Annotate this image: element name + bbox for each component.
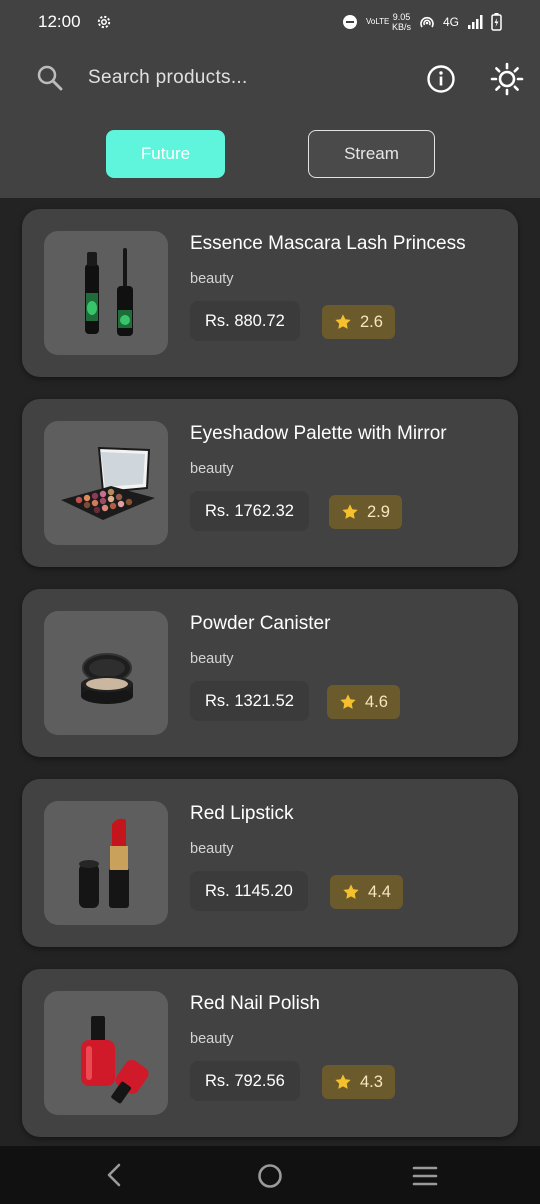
rating-badge: 2.9	[329, 495, 402, 529]
rating-badge: 4.6	[327, 685, 400, 719]
product-price: Rs. 880.72	[190, 301, 300, 341]
do-not-disturb-icon	[342, 15, 357, 29]
product-image	[44, 421, 168, 545]
info-icon[interactable]	[426, 64, 456, 94]
status-time: 12:00	[38, 12, 81, 31]
star-icon	[335, 314, 351, 329]
battery-charging-icon	[491, 13, 502, 31]
product-price: Rs. 1145.20	[190, 871, 308, 911]
rating-value: 2.9	[367, 502, 390, 521]
product-title: Red Nail Polish	[190, 993, 320, 1014]
product-title: Red Lipstick	[190, 803, 294, 824]
product-card[interactable]: Essence Mascara Lash Princess beauty Rs.…	[22, 209, 518, 377]
product-card[interactable]: Red Nail Polish beauty Rs. 792.56 4.3	[22, 969, 518, 1137]
network-type: 4G	[442, 15, 459, 29]
product-price: Rs. 1762.32	[190, 491, 309, 531]
rating-badge: 4.4	[330, 875, 403, 909]
network-speed: 9.05 KB/s	[392, 12, 411, 32]
product-image	[44, 231, 168, 355]
product-image	[44, 801, 168, 925]
product-category: beauty	[190, 1031, 234, 1047]
settings-gear-icon	[97, 15, 110, 29]
search-input[interactable]	[88, 62, 388, 94]
product-category: beauty	[190, 651, 234, 667]
rating-value: 4.4	[368, 882, 391, 901]
product-card[interactable]: Eyeshadow Palette with Mirror beauty Rs.…	[22, 399, 518, 567]
volte-indicator: VoLTE	[365, 17, 390, 26]
rating-value: 4.3	[360, 1072, 383, 1091]
powder-canister-image-icon	[81, 653, 133, 704]
star-icon	[340, 694, 356, 709]
rating-badge: 2.6	[322, 305, 395, 339]
product-category: beauty	[190, 841, 234, 857]
tab-future-label: Future	[140, 144, 191, 163]
product-category: beauty	[190, 461, 234, 477]
network-speed-unit: KB/s	[391, 22, 411, 32]
home-icon[interactable]	[257, 1163, 283, 1189]
product-title: Essence Mascara Lash Princess	[190, 233, 466, 254]
tab-stream[interactable]: Stream	[308, 130, 435, 178]
app-header: Future Stream	[0, 44, 540, 198]
product-title: Powder Canister	[190, 613, 331, 634]
product-category: beauty	[190, 271, 234, 287]
star-icon	[335, 1074, 351, 1089]
rating-value: 2.6	[360, 312, 383, 331]
product-title: Eyeshadow Palette with Mirror	[190, 423, 447, 444]
rating-badge: 4.3	[322, 1065, 395, 1099]
star-icon	[343, 884, 359, 899]
product-list[interactable]: Essence Mascara Lash Princess beauty Rs.…	[0, 198, 540, 1146]
system-navigation-bar	[0, 1146, 540, 1204]
signal-strength-icon	[468, 15, 483, 29]
status-bar: 12:00 VoLTE 9.05 KB/s 4G	[0, 0, 540, 44]
product-image	[44, 991, 168, 1115]
tab-future[interactable]: Future	[106, 130, 225, 178]
product-card[interactable]: Red Lipstick beauty Rs. 1145.20 4.4	[22, 779, 518, 947]
mascara-image-icon	[85, 248, 133, 336]
product-price: Rs. 792.56	[190, 1061, 300, 1101]
tab-stream-label: Stream	[344, 144, 399, 163]
back-icon[interactable]	[102, 1162, 126, 1188]
lipstick-image-icon	[79, 818, 129, 908]
network-speed-value: 9.05	[392, 12, 411, 22]
product-card[interactable]: Powder Canister beauty Rs. 1321.52 4.6	[22, 589, 518, 757]
star-icon	[342, 504, 358, 519]
recent-apps-icon[interactable]	[412, 1165, 438, 1187]
nail-polish-image-icon	[81, 1016, 149, 1104]
product-price: Rs. 1321.52	[190, 681, 309, 721]
eyeshadow-palette-image-icon	[61, 446, 155, 520]
search-bar	[0, 54, 540, 102]
product-image	[44, 611, 168, 735]
search-icon	[37, 65, 63, 91]
theme-toggle-sun-icon[interactable]	[490, 62, 524, 96]
rating-value: 4.6	[365, 692, 388, 711]
hotspot-icon	[420, 16, 434, 28]
